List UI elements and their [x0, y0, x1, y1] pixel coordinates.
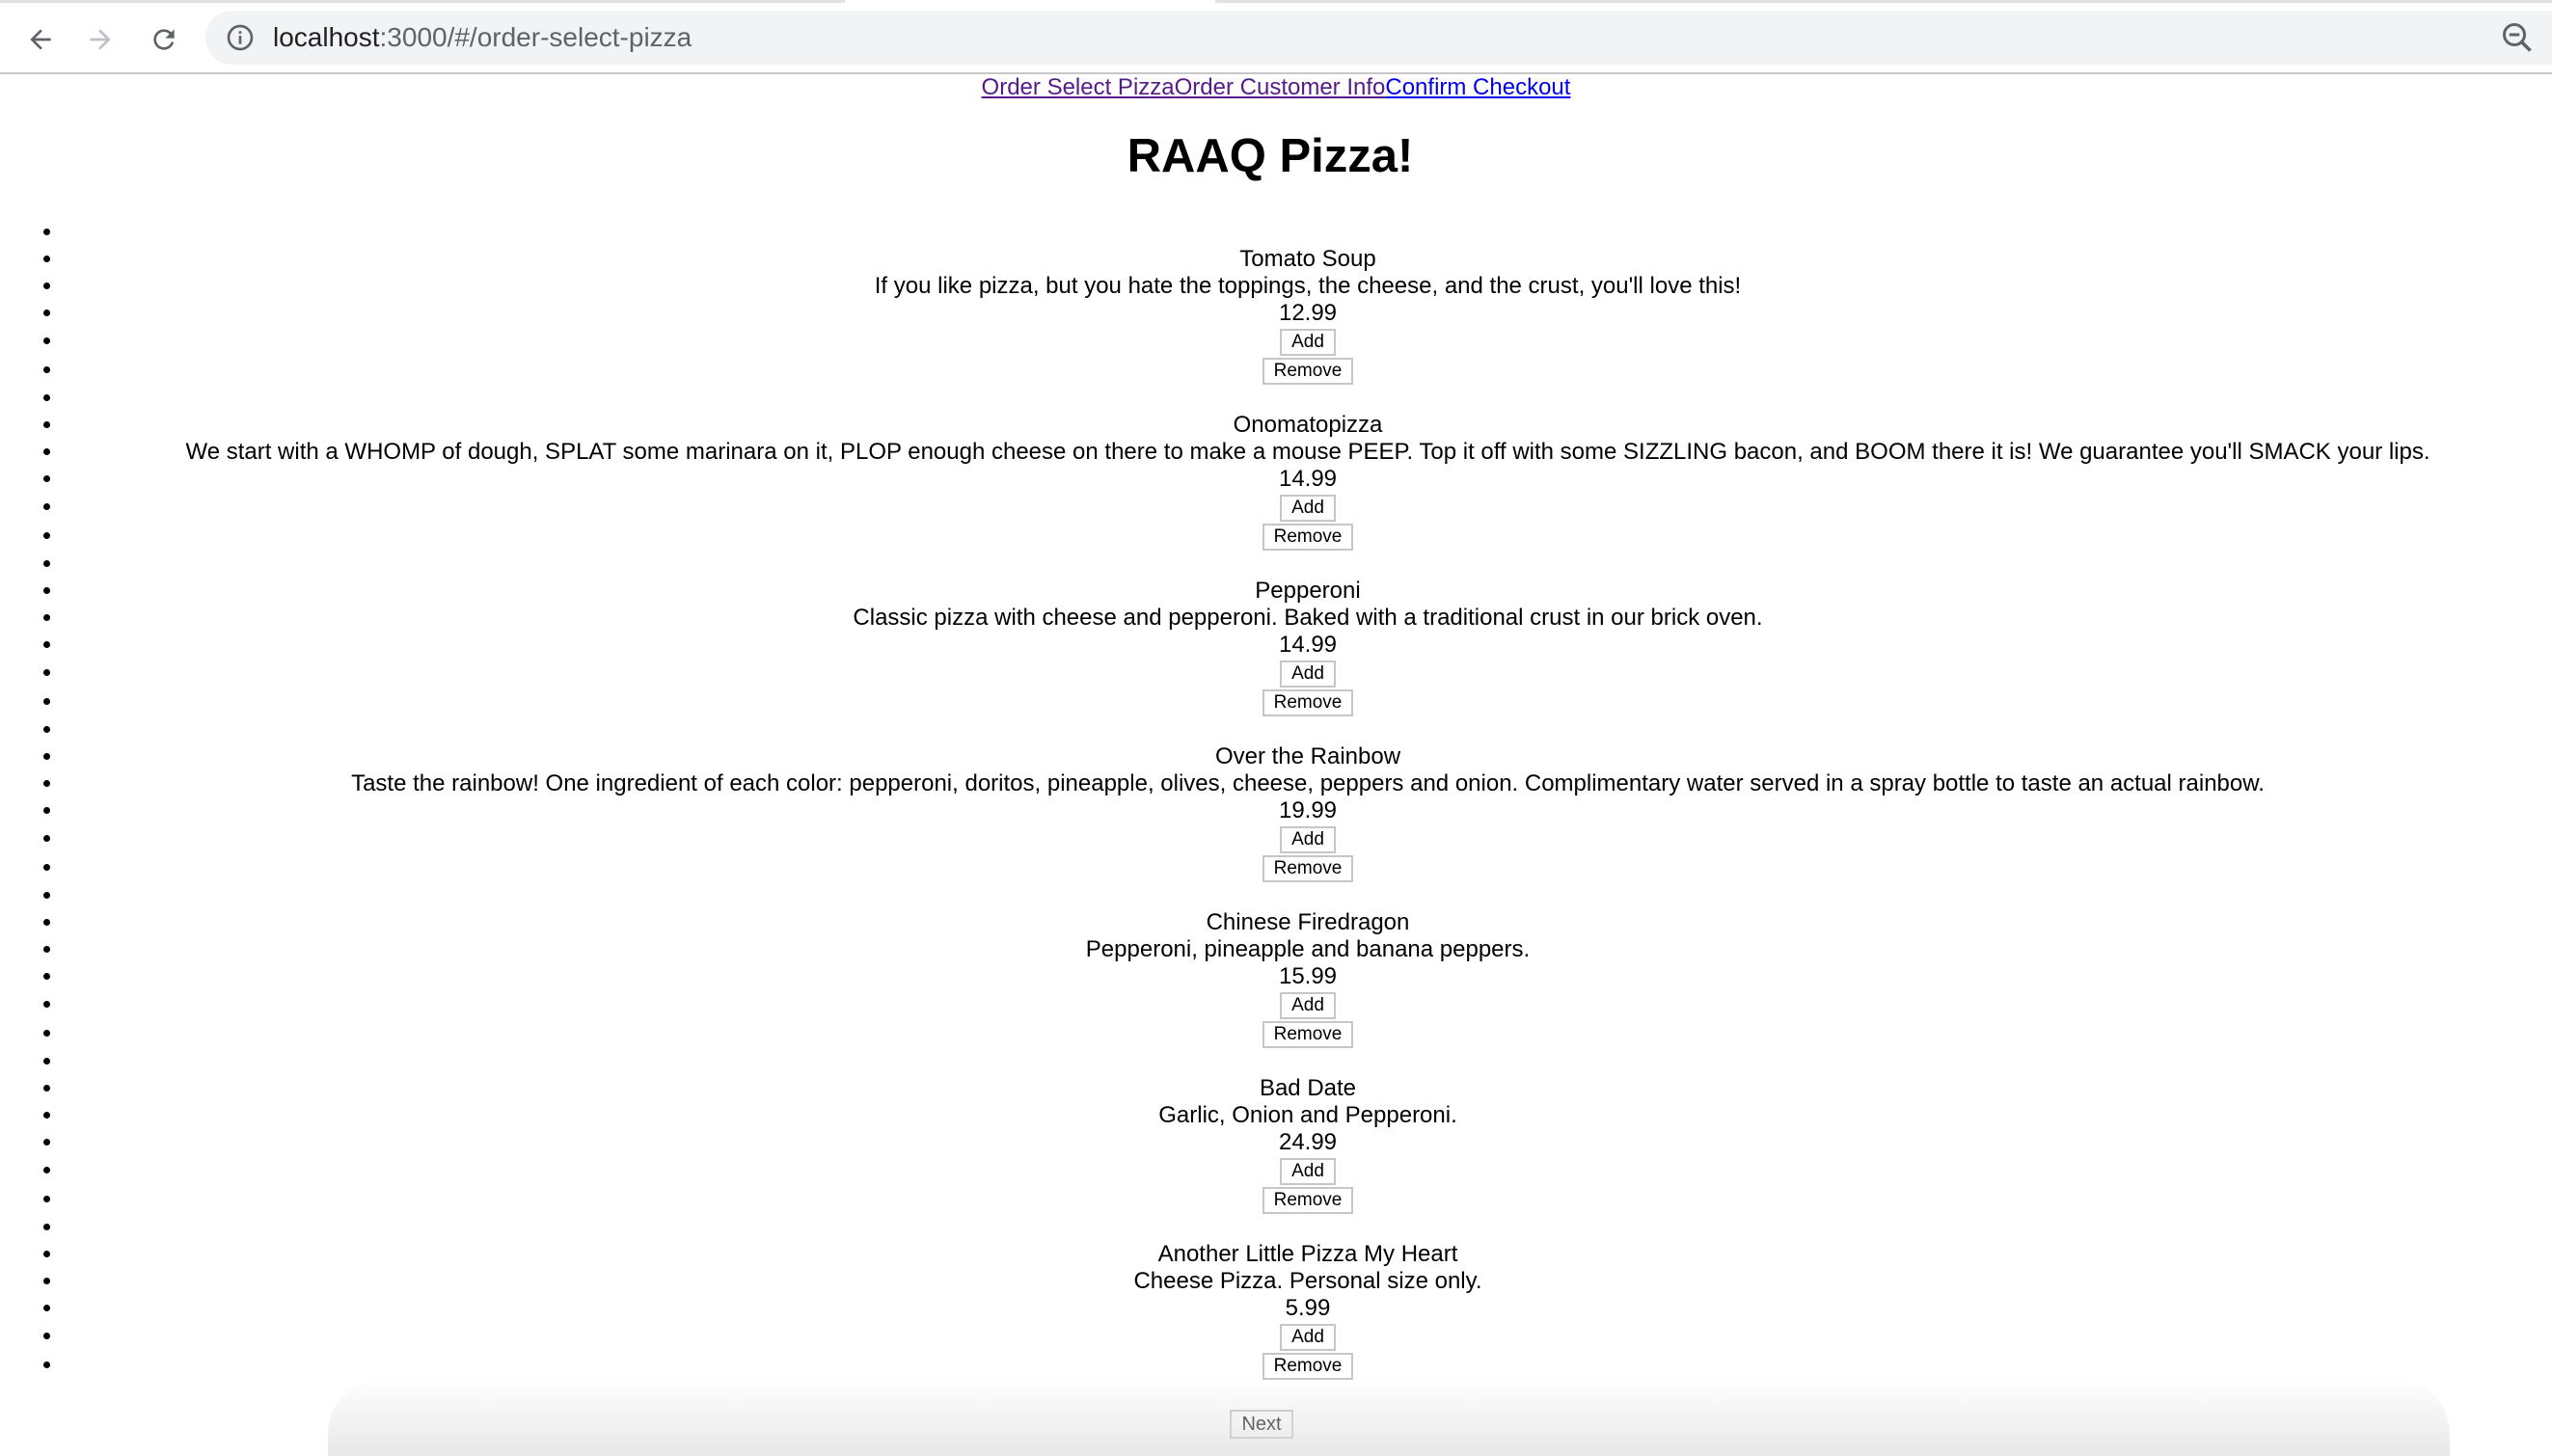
list-item: Remove [64, 522, 2552, 551]
arrow-left-icon [30, 29, 51, 50]
pizza-price: 19.99 [1278, 797, 1338, 823]
url-host: localhost [273, 22, 380, 52]
remove-button[interactable]: Remove [1262, 854, 1354, 882]
forward-button[interactable] [81, 20, 120, 59]
add-button[interactable]: Add [1280, 825, 1336, 853]
pizza-description: Pepperoni, pineapple and banana peppers. [1085, 936, 1531, 962]
add-button[interactable]: Add [1280, 660, 1336, 688]
nav-link-order-customer-info[interactable]: Order Customer Info [1175, 74, 1386, 100]
list-item: Remove [64, 853, 2552, 882]
remove-button[interactable]: Remove [1262, 688, 1354, 716]
list-item: Add [64, 1322, 2552, 1351]
pizza-name: Over the Rainbow [1214, 743, 1401, 769]
pizza-image-slot [64, 219, 2552, 246]
back-button[interactable] [21, 20, 60, 59]
add-button[interactable]: Add [1280, 494, 1336, 522]
reload-icon [153, 29, 175, 50]
list-item: 15.99 [64, 963, 2552, 990]
pizza-description: If you like pizza, but you hate the topp… [874, 273, 1742, 299]
pizza-description: Cheese Pizza. Personal size only. [1133, 1268, 1482, 1294]
nav-link-confirm-checkout[interactable]: Confirm Checkout [1385, 74, 1570, 100]
list-item: Over the Rainbow [64, 743, 2552, 770]
pizza-description: Taste the rainbow! One ingredient of eac… [351, 770, 2265, 796]
list-item: Remove [64, 688, 2552, 716]
list-item: 24.99 [64, 1129, 2552, 1156]
pizza-price: 15.99 [1278, 963, 1338, 989]
list-item: We start with a WHOMP of dough, SPLAT so… [64, 439, 2552, 466]
pizza-price: 24.99 [1278, 1129, 1338, 1155]
pizza-image-slot [64, 385, 2552, 412]
remove-button[interactable]: Remove [1262, 1020, 1354, 1048]
list-item: Bad Date [64, 1075, 2552, 1102]
list-item: 14.99 [64, 466, 2552, 493]
list-item: Add [64, 493, 2552, 522]
list-item: Cheese Pizza. Personal size only. [64, 1268, 2552, 1295]
remove-button[interactable]: Remove [1262, 1352, 1354, 1380]
pizza-name: Another Little Pizza My Heart [1157, 1241, 1458, 1267]
list-item: Remove [64, 356, 2552, 385]
zoom-out-icon[interactable] [2500, 20, 2535, 55]
pizza-description: Garlic, Onion and Pepperoni. [1158, 1102, 1457, 1128]
add-button[interactable]: Add [1280, 991, 1336, 1019]
pizza-name: Onomatopizza [1233, 412, 1383, 438]
address-bar[interactable]: localhost:3000/#/order-select-pizza [205, 11, 2552, 65]
remove-button[interactable]: Remove [1262, 523, 1354, 551]
remove-button[interactable]: Remove [1262, 1186, 1354, 1214]
browser-toolbar: localhost:3000/#/order-select-pizza [0, 3, 2552, 74]
pizza-price: 12.99 [1278, 300, 1338, 326]
list-item: Pepperoni [64, 578, 2552, 605]
pizza-name: Bad Date [1259, 1075, 1357, 1101]
pizza-image-slot [64, 1214, 2552, 1241]
remove-button[interactable]: Remove [1262, 357, 1354, 385]
next-button[interactable]: Next [1230, 1410, 1293, 1439]
list-item: Remove [64, 1019, 2552, 1048]
list-item: Add [64, 659, 2552, 688]
add-button[interactable]: Add [1280, 1323, 1336, 1351]
list-item: If you like pizza, but you hate the topp… [64, 273, 2552, 300]
list-item: Garlic, Onion and Pepperoni. [64, 1102, 2552, 1129]
pizza-image-slot [64, 882, 2552, 909]
list-item: 19.99 [64, 797, 2552, 824]
pizza-image-slot [64, 1048, 2552, 1075]
pizza-description: Classic pizza with cheese and pepperoni.… [853, 605, 1763, 631]
url-text[interactable]: localhost:3000/#/order-select-pizza [273, 22, 692, 53]
list-item: Add [64, 824, 2552, 853]
list-item: Add [64, 1156, 2552, 1185]
top-nav: Order Select PizzaOrder Customer InfoCon… [0, 74, 2552, 101]
list-item: 12.99 [64, 300, 2552, 327]
arrow-right-icon [90, 29, 111, 50]
pizza-price: 14.99 [1278, 466, 1338, 492]
list-item: Chinese Firedragon [64, 909, 2552, 936]
list-item: Remove [64, 1351, 2552, 1380]
pizza-price: 14.99 [1278, 632, 1338, 658]
add-button[interactable]: Add [1280, 1157, 1336, 1185]
nav-link-order-select-pizza[interactable]: Order Select Pizza [982, 74, 1175, 100]
list-item: Remove [64, 1185, 2552, 1214]
list-item: Add [64, 327, 2552, 356]
list-item: Onomatopizza [64, 412, 2552, 439]
pizza-price: 5.99 [1285, 1295, 1331, 1321]
pizza-image-slot [64, 716, 2552, 743]
reload-button[interactable] [145, 20, 183, 59]
pizza-image-slot [64, 551, 2552, 578]
list-item: Classic pizza with cheese and pepperoni.… [64, 605, 2552, 632]
list-item: 5.99 [64, 1295, 2552, 1322]
page-content: Order Select PizzaOrder Customer InfoCon… [0, 74, 2552, 1439]
pizza-name: Pepperoni [1255, 578, 1361, 604]
list-item: Tomato Soup [64, 246, 2552, 273]
pizza-name: Chinese Firedragon [1206, 909, 1410, 935]
add-button[interactable]: Add [1280, 328, 1336, 356]
url-path: :3000/#/order-select-pizza [379, 22, 692, 52]
next-container: Next [0, 1410, 2552, 1439]
list-item: Another Little Pizza My Heart [64, 1241, 2552, 1268]
pizza-name: Tomato Soup [1239, 246, 1376, 272]
list-item: Pepperoni, pineapple and banana peppers. [64, 936, 2552, 963]
list-item: Taste the rainbow! One ingredient of eac… [64, 770, 2552, 797]
list-item: 14.99 [64, 632, 2552, 659]
pizza-list: Tomato SoupIf you like pizza, but you ha… [0, 219, 2552, 1380]
page-title: RAAQ Pizza! [1127, 130, 1414, 182]
pizza-description: We start with a WHOMP of dough, SPLAT so… [185, 439, 2430, 465]
info-icon[interactable] [225, 22, 256, 53]
list-item: Add [64, 990, 2552, 1019]
